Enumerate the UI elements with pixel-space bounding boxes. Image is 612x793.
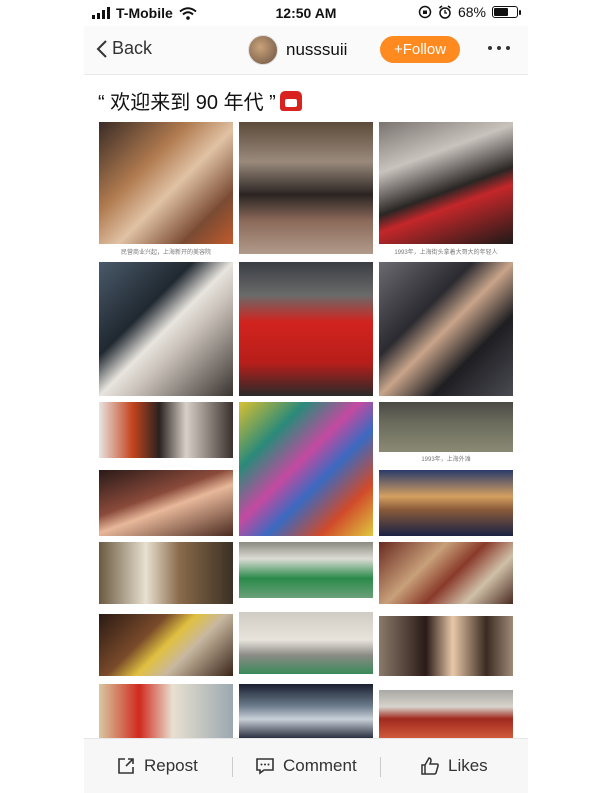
repost-icon: [118, 758, 134, 774]
action-bar: Repost Comment Likes: [84, 738, 528, 793]
photo-fashion-models[interactable]: [99, 402, 233, 458]
post-title: “ 欢迎来到 90 年代 ”: [98, 86, 302, 115]
caption-salon: 民营商业兴起，上海新开的美容院: [120, 250, 211, 256]
photo-man-with-dog[interactable]: [99, 262, 233, 396]
back-label: Back: [112, 38, 153, 58]
photo-city-lights[interactable]: [239, 684, 373, 738]
telephone-icon: [279, 90, 302, 111]
likes-button[interactable]: Likes: [420, 756, 488, 776]
username[interactable]: nusssuii: [286, 40, 347, 60]
divider: [232, 757, 233, 777]
photo-green-bottles[interactable]: [239, 542, 373, 598]
battery-icon: [492, 6, 521, 18]
back-button[interactable]: Back: [96, 38, 152, 59]
photo-bund-street[interactable]: [379, 402, 513, 452]
caption-motorbike: 1993年，上海街头拿着大哥大的年轻人: [394, 250, 498, 256]
avatar[interactable]: [248, 35, 278, 65]
photo-raincoat-cyclists[interactable]: [239, 402, 373, 536]
status-bar: T-Mobile 12:50 AM 68%: [84, 0, 528, 26]
photo-street-crowd[interactable]: [239, 122, 373, 254]
photo-barber-shop[interactable]: [379, 542, 513, 604]
photo-train-windows[interactable]: [379, 470, 513, 536]
follow-button[interactable]: +Follow: [380, 36, 460, 63]
photo-kids-shop[interactable]: [99, 614, 233, 676]
photo-red-taxi[interactable]: [239, 262, 373, 396]
photo-tiananmen[interactable]: [379, 690, 513, 738]
photo-building-sign[interactable]: [239, 612, 373, 674]
comment-label: Comment: [283, 756, 357, 775]
likes-label: Likes: [448, 756, 488, 775]
orientation-lock-icon: [418, 5, 432, 19]
photo-motorbike-phone[interactable]: [379, 122, 513, 244]
photo-mcdonalds[interactable]: [99, 684, 233, 738]
nav-bar: Back nusssuii +Follow: [84, 26, 528, 75]
phone-screen: T-Mobile 12:50 AM 68% Back nusssuii +Fol…: [84, 0, 528, 793]
photo-woman-makeup[interactable]: [379, 616, 513, 676]
comment-icon: [256, 758, 274, 775]
caption-bund: 1993年，上海外滩: [421, 457, 471, 463]
repost-button[interactable]: Repost: [116, 756, 198, 776]
repost-label: Repost: [144, 756, 198, 775]
post-title-text: “ 欢迎来到 90 年代 ”: [98, 92, 276, 114]
divider: [380, 757, 381, 777]
more-dots-icon[interactable]: [488, 46, 510, 50]
photo-men-clapping[interactable]: [379, 262, 513, 396]
photo-hat-vendors[interactable]: [99, 470, 233, 536]
user-profile-link[interactable]: nusssuii: [248, 35, 347, 65]
comment-button[interactable]: Comment: [255, 756, 357, 776]
photo-kids-alley[interactable]: [99, 542, 233, 604]
back-chevron-icon: [96, 39, 107, 58]
like-icon: [421, 757, 439, 775]
alarm-icon: [439, 5, 451, 19]
photo-beauty-salon[interactable]: [99, 122, 233, 244]
battery-percent: 68%: [457, 4, 486, 20]
